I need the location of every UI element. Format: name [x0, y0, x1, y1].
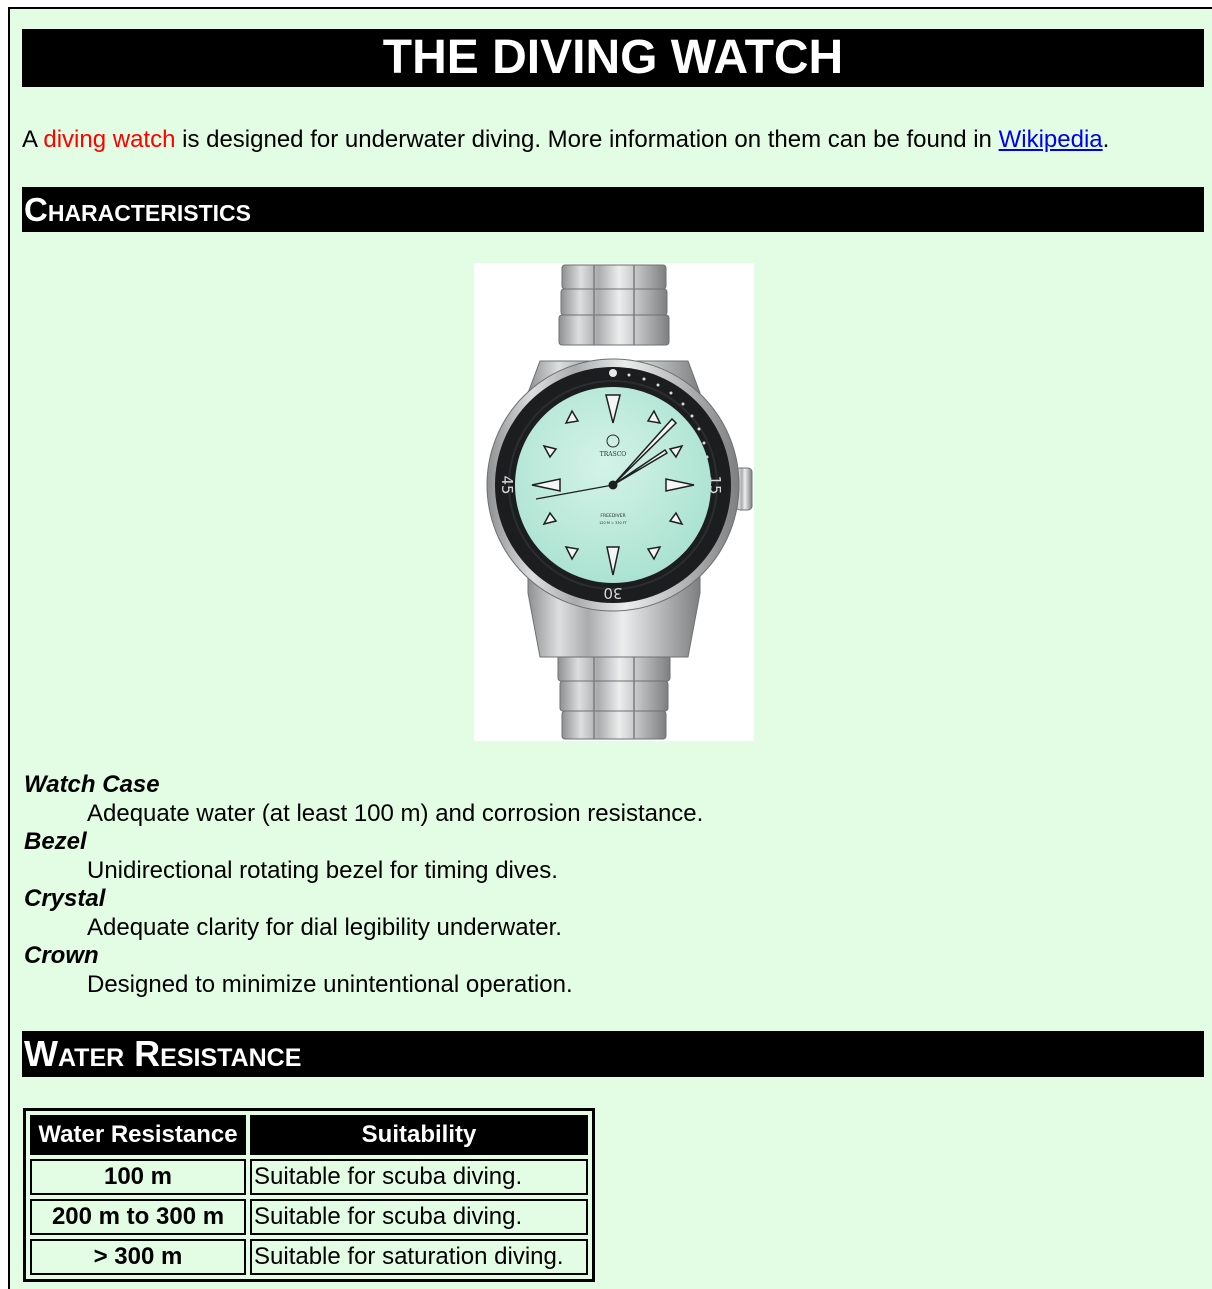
dial-depth: 120 M = 330 FT [599, 521, 628, 525]
bezel-label-45: 45 [498, 475, 516, 494]
table-header-row: Water Resistance Suitability [30, 1115, 588, 1155]
term-bezel: Bezel [24, 828, 87, 855]
desc-crown: Designed to minimize unintentional opera… [87, 971, 573, 998]
cell-suitability: Suitable for scuba diving. [250, 1159, 588, 1195]
page-title: THE DIVING WATCH [22, 29, 1204, 87]
cell-resistance: 200 m to 300 m [30, 1199, 246, 1235]
desc-watch-case: Adequate water (at least 100 m) and corr… [87, 800, 704, 827]
term-watch-case: Watch Case [24, 771, 160, 798]
table-row: > 300 m Suitable for saturation diving. [30, 1239, 588, 1275]
bezel-label-30: 30 [603, 584, 622, 602]
header-suitability: Suitability [250, 1115, 588, 1155]
cell-resistance: > 300 m [30, 1239, 246, 1275]
bracelet-bottom [557, 650, 671, 740]
intro-text-prefix: A [22, 126, 44, 153]
term-crystal: Crystal [24, 885, 106, 912]
characteristics-list: Watch Case Adequate water (at least 100 … [24, 771, 703, 999]
cell-resistance: 100 m [30, 1159, 246, 1195]
desc-bezel: Unidirectional rotating bezel for timing… [87, 857, 558, 884]
page-content: THE DIVING WATCH A diving watch is desig… [8, 7, 1212, 1289]
dial-brand: TRASCO [600, 451, 627, 458]
header-water-resistance: Water Resistance [30, 1115, 246, 1155]
cell-suitability: Suitable for scuba diving. [250, 1199, 588, 1235]
desc-crystal: Adequate clarity for dial legibility und… [87, 914, 562, 941]
intro-text-suffix: . [1102, 126, 1110, 153]
intro-paragraph: A diving watch is designed for underwate… [22, 123, 1109, 157]
intro-text-middle: is designed for underwater diving. More … [175, 126, 999, 153]
cell-suitability: Suitable for saturation diving. [250, 1239, 588, 1275]
highlighted-term: diving watch [43, 126, 176, 153]
water-resistance-heading: Water Resistance [22, 1031, 1204, 1077]
table-row: 100 m Suitable for scuba diving. [30, 1159, 588, 1195]
dial-model: FREEDIVER [600, 513, 625, 519]
diving-watch-image: 15 30 45 TRASCO FREEDIVER 120 M = 330 FT [474, 263, 754, 741]
bracelet-top [558, 264, 670, 346]
term-crown: Crown [24, 942, 99, 969]
wikipedia-link[interactable]: Wikipedia [999, 126, 1103, 153]
water-resistance-table: Water Resistance Suitability 100 m Suita… [23, 1108, 595, 1282]
table-row: 200 m to 300 m Suitable for scuba diving… [30, 1199, 588, 1235]
characteristics-heading: Characteristics [22, 187, 1204, 232]
